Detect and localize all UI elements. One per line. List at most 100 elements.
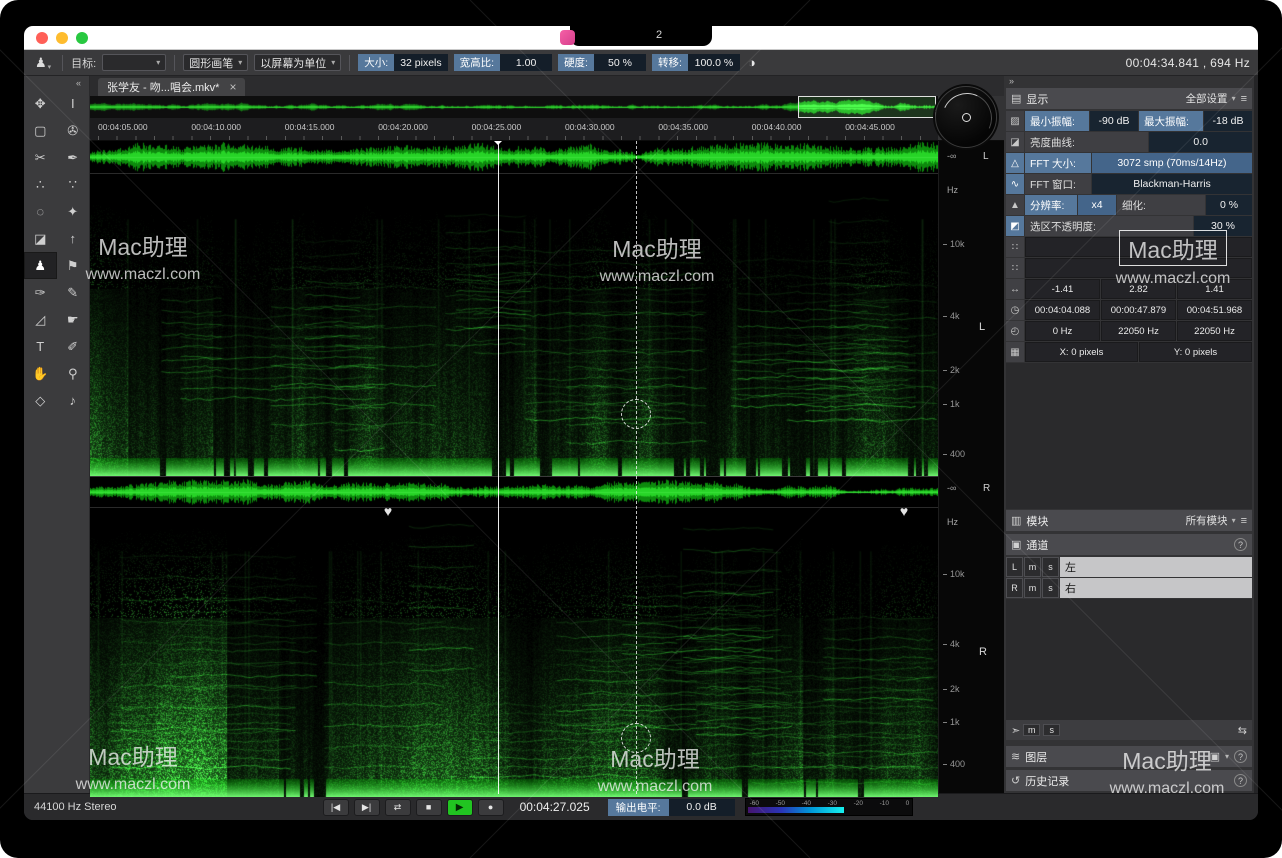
modules-preset-select[interactable]: 所有模块 ▾	[1186, 513, 1236, 528]
contrast-icon[interactable]: ◑	[748, 55, 756, 70]
overview-viewport-selection[interactable]	[798, 96, 936, 118]
close-tab-icon[interactable]: ×	[229, 80, 236, 94]
move-tool[interactable]: ✥	[24, 90, 57, 117]
pencil-tool[interactable]: ✎	[57, 279, 90, 306]
channel-row-right[interactable]: R m s 右	[1006, 578, 1252, 598]
help-icon[interactable]: ?	[1234, 538, 1247, 551]
mute-button[interactable]: m	[1024, 557, 1041, 577]
panel-scrollbar[interactable]	[1254, 76, 1258, 793]
pixel-x-value[interactable]: X: 0 pixels	[1025, 342, 1138, 362]
brush-tool[interactable]: ✐	[57, 333, 90, 360]
hand-tool[interactable]: ✋	[24, 360, 57, 387]
time-selection-tool[interactable]: I	[57, 90, 90, 117]
master-solo-button[interactable]: s	[1043, 724, 1060, 736]
target-select[interactable]: ▾	[102, 54, 166, 71]
waveform-right-canvas[interactable]	[90, 476, 938, 508]
curve-pen-tool[interactable]: ✑	[24, 279, 57, 306]
max-amp-value[interactable]: -18 dB	[1204, 111, 1252, 131]
pattern-icon[interactable]: ∷	[1006, 237, 1024, 257]
slope-tool[interactable]: ◿	[24, 306, 57, 333]
selection-opacity-value[interactable]: 30 %	[1194, 216, 1252, 236]
brightness-value[interactable]: 0.0	[1149, 132, 1252, 152]
marker-heart-icon[interactable]: ♥	[900, 503, 908, 519]
zoom-window-button[interactable]	[76, 32, 88, 44]
document-tab[interactable]: 张学友 - 吻...唱会.mkv* ×	[98, 78, 245, 96]
fft-window-value[interactable]: Blackman-Harris	[1092, 174, 1252, 194]
minimize-window-button[interactable]	[56, 32, 68, 44]
collapse-palette-icon[interactable]: «	[24, 76, 89, 90]
speaker-tool[interactable]: ♪	[57, 387, 90, 414]
magic-wand-tool[interactable]: ✦	[57, 198, 90, 225]
close-window-button[interactable]	[36, 32, 48, 44]
opacity-icon[interactable]: ◩	[1006, 216, 1024, 236]
marker-heart-icon[interactable]: ♥	[384, 503, 392, 519]
solo-button[interactable]: s	[1042, 578, 1059, 598]
checker-icon[interactable]: ▨	[1006, 111, 1024, 131]
active-tool-button[interactable]: ♟ ▾	[32, 55, 54, 71]
pixel-y-value[interactable]: Y: 0 pixels	[1139, 342, 1252, 362]
text-tool[interactable]: T	[24, 333, 57, 360]
rectangle-selection-tool[interactable]: ▢	[24, 117, 57, 144]
time-end-value[interactable]: 00:04:51.968	[1177, 300, 1252, 320]
brush-shape-select[interactable]: 圆形画笔 ▾	[183, 54, 248, 71]
skip-to-start-button[interactable]: |◀	[323, 799, 349, 816]
pan-navigator-control[interactable]	[935, 86, 997, 148]
smudge-tool[interactable]: ☛	[57, 306, 90, 333]
time-length-value[interactable]: 00:00:47.879	[1101, 300, 1176, 320]
measure-icon[interactable]: ↔	[1006, 279, 1024, 299]
measure-value-2[interactable]: 2.82	[1101, 279, 1176, 299]
hardness-value[interactable]: 50 %	[594, 54, 646, 71]
swap-channels-icon[interactable]: ⇆	[1238, 724, 1247, 737]
min-amp-value[interactable]: -90 dB	[1090, 111, 1138, 131]
fft-icon[interactable]: △	[1006, 153, 1024, 173]
lasso-selection-tool[interactable]: ✇	[57, 117, 90, 144]
marker-stamp-tool[interactable]: ⚑	[57, 252, 90, 279]
spectrogram-view[interactable]: ♥ ♥	[90, 141, 938, 793]
mute-button[interactable]: m	[1024, 578, 1041, 598]
halftone-icon[interactable]: ◪	[1006, 132, 1024, 152]
resolution-value[interactable]: x4	[1078, 195, 1116, 215]
play-button[interactable]: ▶	[447, 799, 473, 816]
clone-stamp-tool[interactable]: ♟	[24, 252, 57, 279]
fft-size-value[interactable]: 3072 smp (70ms/14Hz)	[1092, 153, 1252, 173]
help-icon[interactable]: ?	[1234, 774, 1247, 787]
frequency-axis[interactable]: -∞LHz10k4k2k1k400L-∞RHz10k4k2k1k400R	[938, 141, 1004, 793]
channel-name[interactable]: 右	[1060, 578, 1252, 598]
ellipse-selection-tool[interactable]: ◌	[24, 198, 57, 225]
time-ruler[interactable]: 00:04:05.00000:04:10.00000:04:15.00000:0…	[90, 118, 938, 140]
freq-low-value[interactable]: 0 Hz	[1025, 321, 1100, 341]
ratio-value[interactable]: 1.00	[500, 54, 552, 71]
skip-to-end-button[interactable]: ▶|	[354, 799, 380, 816]
spectrogram-left-canvas[interactable]	[90, 174, 938, 476]
cube-3d-tool[interactable]: ◇	[24, 387, 57, 414]
measure-value-1[interactable]: -1.41	[1025, 279, 1100, 299]
spectrogram-right-canvas[interactable]	[90, 508, 938, 797]
playhead[interactable]	[498, 141, 499, 794]
freq-span-value[interactable]: 22050 Hz	[1101, 321, 1176, 341]
pattern-field[interactable]	[1025, 258, 1252, 278]
amplify-tool[interactable]: ↑	[57, 225, 90, 252]
channel-row-left[interactable]: L m s 左	[1006, 557, 1252, 577]
menu-icon[interactable]: ≡	[1241, 515, 1247, 527]
help-icon[interactable]: ?	[1234, 750, 1247, 763]
freq-range-icon[interactable]: ◴	[1006, 321, 1024, 341]
output-level-value[interactable]: 0.0 dB	[669, 799, 735, 816]
pattern-icon[interactable]: ∷	[1006, 258, 1024, 278]
menu-icon[interactable]: ≡	[1241, 93, 1247, 105]
stop-button[interactable]: ■	[416, 799, 442, 816]
pen-selection-tool[interactable]: ✒	[57, 144, 90, 171]
refine-value[interactable]: 0 %	[1206, 195, 1252, 215]
size-value[interactable]: 32 pixels	[394, 54, 447, 71]
solo-button[interactable]: s	[1042, 557, 1059, 577]
measure-value-3[interactable]: 1.41	[1177, 279, 1252, 299]
chevron-down-icon[interactable]: ▾	[1225, 752, 1229, 761]
panel-expand-icon[interactable]: »	[1005, 76, 1253, 87]
wave-icon[interactable]: ∿	[1006, 174, 1024, 194]
eraser-tool[interactable]: ◪	[24, 225, 57, 252]
time-range-icon[interactable]: ◷	[1006, 300, 1024, 320]
dot-pattern-alt-tool[interactable]: ∵	[57, 171, 90, 198]
time-start-value[interactable]: 00:04:04.088	[1025, 300, 1100, 320]
zoom-tool[interactable]: ⚲	[57, 360, 90, 387]
waveform-overview[interactable]	[90, 96, 938, 118]
waveform-left-canvas[interactable]	[90, 141, 938, 174]
